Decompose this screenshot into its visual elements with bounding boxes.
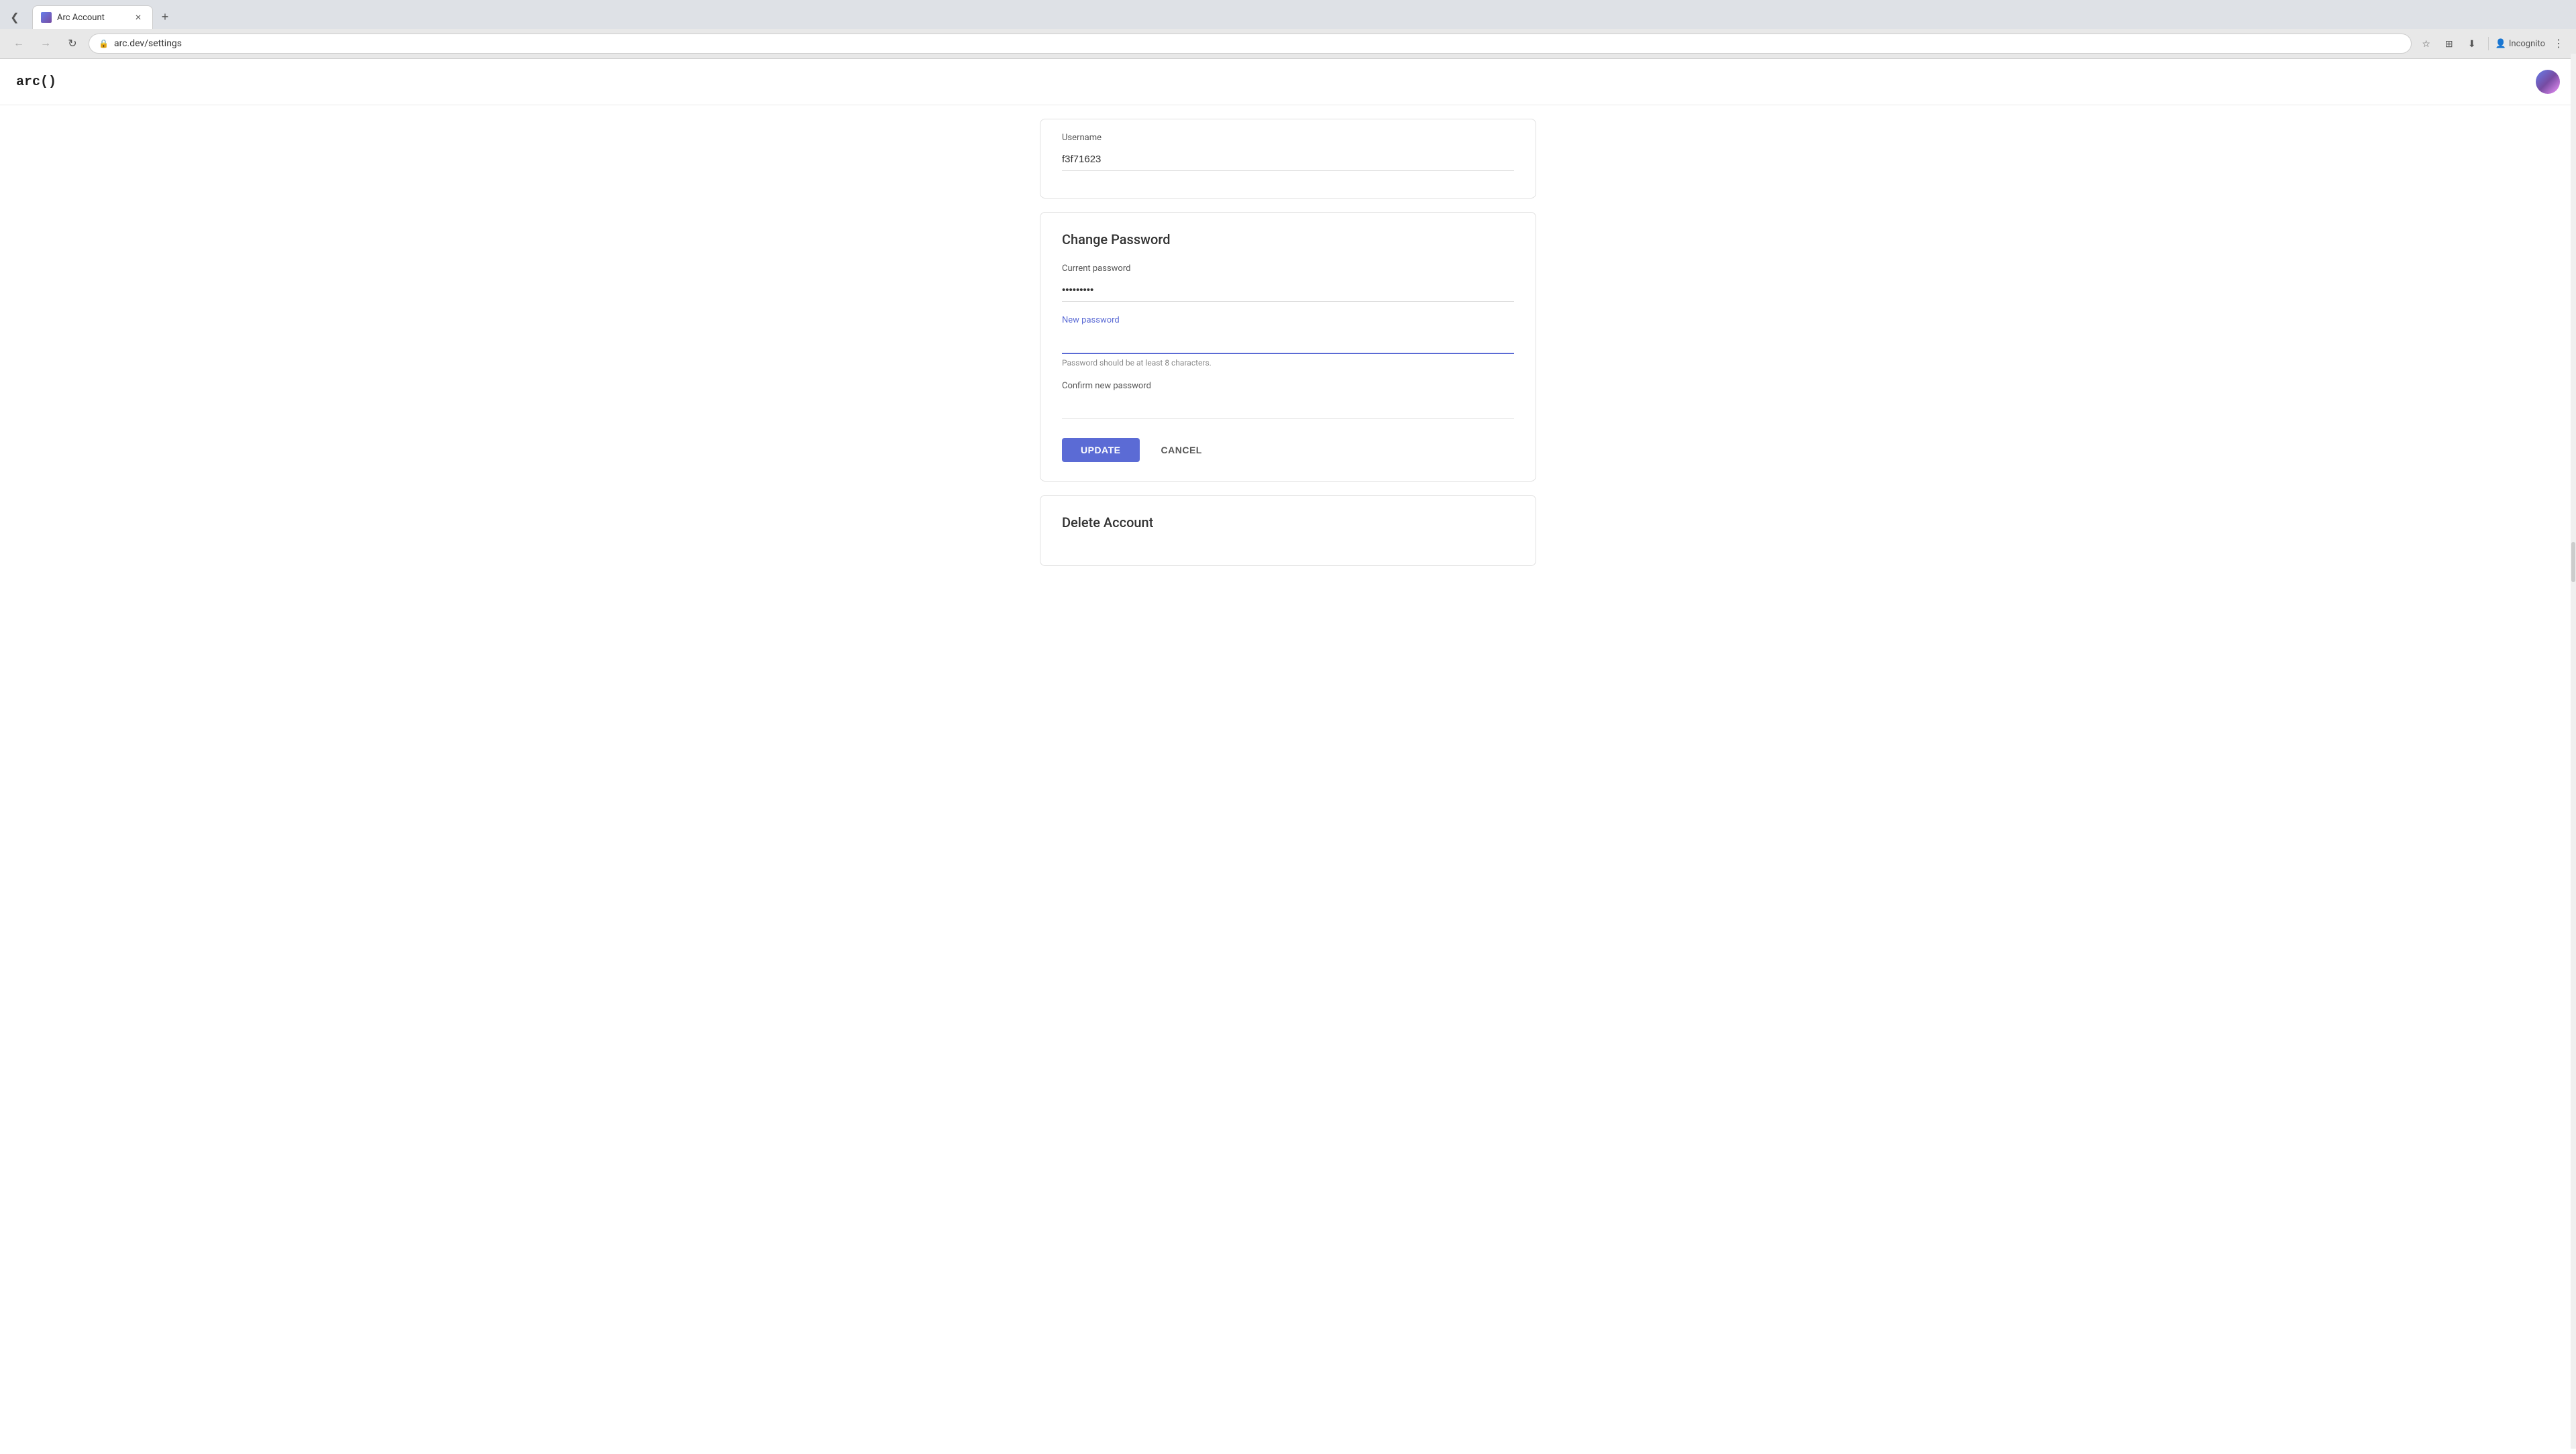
active-tab[interactable]: Arc Account ✕ (32, 5, 153, 29)
browser-chrome: ❮ Arc Account ✕ + ← → ↻ 🔒 arc.dev/settin… (0, 0, 2576, 59)
bookmark-icon: ☆ (2422, 38, 2430, 50)
new-password-label: New password (1062, 315, 1514, 325)
change-password-title: Change Password (1062, 231, 1514, 247)
change-password-section: Change Password Current password New pas… (1040, 212, 1536, 482)
app-logo: arc() (16, 74, 56, 90)
tab-favicon (41, 12, 52, 23)
username-section: Username (1040, 119, 1536, 199)
toolbar-divider (2488, 37, 2489, 50)
settings-main: Username Change Password Current passwor… (1026, 105, 1550, 593)
extensions-icon: ⊞ (2445, 38, 2453, 50)
tab-prev-button[interactable]: ❮ (5, 8, 24, 27)
current-password-field-group: Current password (1062, 264, 1514, 302)
scrollbar-track[interactable] (2571, 54, 2576, 1449)
current-password-label: Current password (1062, 264, 1514, 274)
download-button[interactable]: ⬇ (2463, 34, 2481, 53)
new-tab-button[interactable]: + (156, 8, 174, 27)
tab-controls: ❮ (5, 8, 24, 27)
tab-close-button[interactable]: ✕ (132, 11, 144, 23)
username-field-group: Username (1062, 133, 1514, 171)
current-password-input[interactable] (1062, 279, 1514, 302)
cancel-button[interactable]: CANCEL (1148, 438, 1216, 462)
forward-icon: → (40, 38, 51, 50)
update-button[interactable]: UPDATE (1062, 438, 1140, 462)
scrollbar-thumb[interactable] (2571, 542, 2575, 582)
back-button[interactable]: ← (8, 33, 30, 54)
address-bar-row: ← → ↻ 🔒 arc.dev/settings ☆ ⊞ ⬇ 👤 Inc (0, 29, 2576, 58)
address-bar-actions: ☆ ⊞ ⬇ 👤 Incognito ⋮ (2417, 34, 2568, 53)
tab-bar: ❮ Arc Account ✕ + (0, 0, 2576, 29)
menu-icon: ⋮ (2553, 37, 2564, 50)
refresh-icon: ↻ (68, 37, 76, 50)
delete-account-title: Delete Account (1062, 514, 1514, 530)
address-bar[interactable]: 🔒 arc.dev/settings (89, 34, 2412, 54)
incognito-badge: 👤 Incognito (2496, 39, 2545, 49)
button-row: UPDATE CANCEL (1062, 438, 1514, 462)
app-header: arc() (0, 59, 2576, 105)
url-display: arc.dev/settings (114, 38, 2402, 49)
download-icon: ⬇ (2468, 38, 2476, 50)
forward-button[interactable]: → (35, 33, 56, 54)
new-password-input[interactable] (1062, 331, 1514, 354)
back-icon: ← (13, 38, 24, 50)
username-label: Username (1062, 133, 1514, 143)
new-password-field-group: New password Password should be at least… (1062, 315, 1514, 368)
user-avatar[interactable] (2536, 70, 2560, 94)
confirm-password-input[interactable] (1062, 396, 1514, 419)
page-content: arc() Username Change Password Current p… (0, 59, 2576, 1454)
username-input[interactable] (1062, 148, 1514, 171)
delete-account-section: Delete Account (1040, 495, 1536, 566)
confirm-password-field-group: Confirm new password (1062, 381, 1514, 419)
bookmark-button[interactable]: ☆ (2417, 34, 2436, 53)
refresh-button[interactable]: ↻ (62, 33, 83, 54)
password-helper-text: Password should be at least 8 characters… (1062, 358, 1514, 368)
incognito-label: Incognito (2509, 39, 2545, 49)
lock-icon: 🔒 (99, 39, 109, 48)
browser-menu-button[interactable]: ⋮ (2549, 34, 2568, 53)
tab-title: Arc Account (57, 13, 127, 23)
extensions-button[interactable]: ⊞ (2440, 34, 2459, 53)
incognito-icon: 👤 (2496, 39, 2506, 49)
confirm-password-label: Confirm new password (1062, 381, 1514, 391)
